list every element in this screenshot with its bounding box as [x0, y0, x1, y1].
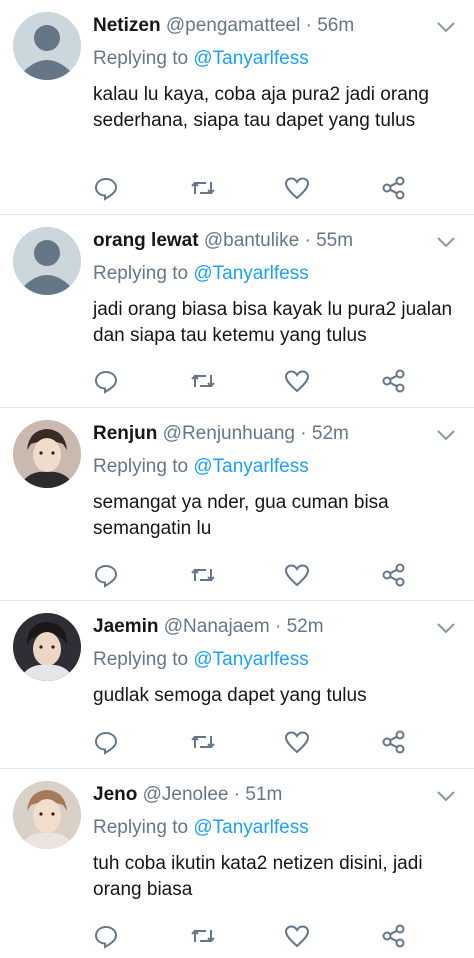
- replying-to-label: Replying to: [93, 817, 189, 838]
- timestamp[interactable]: 51m: [245, 784, 282, 805]
- display-name[interactable]: orang lewat: [93, 230, 199, 251]
- chevron-down-icon[interactable]: [436, 20, 456, 34]
- heart-icon[interactable]: [283, 174, 311, 202]
- tweet-actions: [0, 174, 474, 202]
- tweet-actions: [0, 561, 474, 589]
- replying-to: Replying to @Tanyarlfess: [93, 815, 309, 841]
- default-avatar-icon: [13, 12, 81, 80]
- heart-icon[interactable]: [283, 561, 311, 589]
- reply-icon[interactable]: [92, 561, 120, 589]
- reply-icon[interactable]: [92, 174, 120, 202]
- mention-link[interactable]: @Tanyarlfess: [193, 456, 308, 477]
- retweet-icon[interactable]: [189, 367, 217, 395]
- tweet[interactable]: Netizen @pengamatteel · 56m Replying to …: [0, 0, 474, 215]
- separator-dot: ·: [274, 616, 282, 637]
- replying-to-label: Replying to: [93, 48, 189, 69]
- tweet-text: kalau lu kaya, coba aja pura2 jadi orang…: [93, 84, 429, 131]
- separator-dot: ·: [233, 784, 241, 805]
- chevron-down-icon[interactable]: [436, 789, 456, 803]
- tweet-actions: [0, 367, 474, 395]
- mention-link[interactable]: @Tanyarlfess: [193, 649, 308, 670]
- display-name[interactable]: Jeno: [93, 784, 137, 805]
- timestamp[interactable]: 52m: [287, 616, 324, 637]
- photo-avatar-icon: [13, 420, 81, 488]
- mention-link[interactable]: @Tanyarlfess: [193, 263, 308, 284]
- mention-link[interactable]: @Tanyarlfess: [193, 48, 308, 69]
- share-icon[interactable]: [380, 728, 408, 756]
- tweet-actions: [0, 922, 474, 950]
- replying-to-label: Replying to: [93, 263, 189, 284]
- avatar[interactable]: [13, 227, 81, 295]
- photo-avatar-icon: [13, 613, 81, 681]
- retweet-icon[interactable]: [189, 728, 217, 756]
- tweet-header: Jeno @Jenolee · 51m: [93, 782, 434, 808]
- tweet[interactable]: orang lewat @bantulike · 55m Replying to…: [0, 215, 474, 408]
- tweet[interactable]: Jaemin @Nanajaem · 52m Replying to @Tany…: [0, 601, 474, 769]
- user-handle[interactable]: @Jenolee: [143, 784, 229, 805]
- replying-to: Replying to @Tanyarlfess: [93, 454, 309, 480]
- default-avatar-icon: [13, 227, 81, 295]
- tweet-text: tuh coba ikutin kata2 netizen disini, ja…: [93, 853, 423, 900]
- replying-to-label: Replying to: [93, 456, 189, 477]
- avatar[interactable]: [13, 781, 81, 849]
- share-icon[interactable]: [380, 174, 408, 202]
- replying-to-label: Replying to: [93, 649, 189, 670]
- share-icon[interactable]: [380, 922, 408, 950]
- separator-dot: ·: [304, 230, 311, 251]
- mention-link[interactable]: @Tanyarlfess: [193, 817, 308, 838]
- display-name[interactable]: Netizen: [93, 15, 161, 36]
- heart-icon[interactable]: [283, 367, 311, 395]
- chevron-down-icon[interactable]: [436, 621, 456, 635]
- user-handle[interactable]: @Renjunhuang: [163, 423, 295, 444]
- timestamp[interactable]: 55m: [316, 230, 353, 251]
- share-icon[interactable]: [380, 367, 408, 395]
- chevron-down-icon[interactable]: [436, 235, 456, 249]
- user-handle[interactable]: @Nanajaem: [164, 616, 270, 637]
- separator-dot: ·: [305, 15, 312, 36]
- timestamp[interactable]: 56m: [317, 15, 354, 36]
- chevron-down-icon[interactable]: [436, 428, 456, 442]
- display-name[interactable]: Renjun: [93, 423, 157, 444]
- tweet-text: semangat ya nder, gua cuman bisa semanga…: [93, 492, 389, 539]
- reply-feed: Netizen @pengamatteel · 56m Replying to …: [0, 0, 474, 958]
- display-name[interactable]: Jaemin: [93, 616, 158, 637]
- timestamp[interactable]: 52m: [312, 423, 349, 444]
- retweet-icon[interactable]: [189, 561, 217, 589]
- user-handle[interactable]: @pengamatteel: [166, 15, 300, 36]
- heart-icon[interactable]: [283, 728, 311, 756]
- tweet-text: gudlak semoga dapet yang tulus: [93, 685, 367, 706]
- replying-to: Replying to @Tanyarlfess: [93, 647, 309, 673]
- avatar[interactable]: [13, 420, 81, 488]
- reply-icon[interactable]: [92, 728, 120, 756]
- tweet[interactable]: Jeno @Jenolee · 51m Replying to @Tanyarl…: [0, 769, 474, 958]
- tweet[interactable]: Renjun @Renjunhuang · 52m Replying to @T…: [0, 408, 474, 601]
- heart-icon[interactable]: [283, 922, 311, 950]
- tweet-header: Renjun @Renjunhuang · 52m: [93, 421, 434, 447]
- avatar[interactable]: [13, 613, 81, 681]
- tweet-header: Netizen @pengamatteel · 56m: [93, 13, 434, 39]
- avatar[interactable]: [13, 12, 81, 80]
- retweet-icon[interactable]: [189, 174, 217, 202]
- tweet-actions: [0, 728, 474, 756]
- replying-to: Replying to @Tanyarlfess: [93, 46, 309, 72]
- tweet-header: orang lewat @bantulike · 55m: [93, 228, 434, 254]
- reply-icon[interactable]: [92, 922, 120, 950]
- user-handle[interactable]: @bantulike: [204, 230, 299, 251]
- tweet-text: jadi orang biasa bisa kayak lu pura2 jua…: [93, 299, 453, 346]
- tweet-header: Jaemin @Nanajaem · 52m: [93, 614, 434, 640]
- replying-to: Replying to @Tanyarlfess: [93, 261, 309, 287]
- reply-icon[interactable]: [92, 367, 120, 395]
- share-icon[interactable]: [380, 561, 408, 589]
- photo-avatar-icon: [13, 781, 81, 849]
- retweet-icon[interactable]: [189, 922, 217, 950]
- separator-dot: ·: [300, 423, 307, 444]
